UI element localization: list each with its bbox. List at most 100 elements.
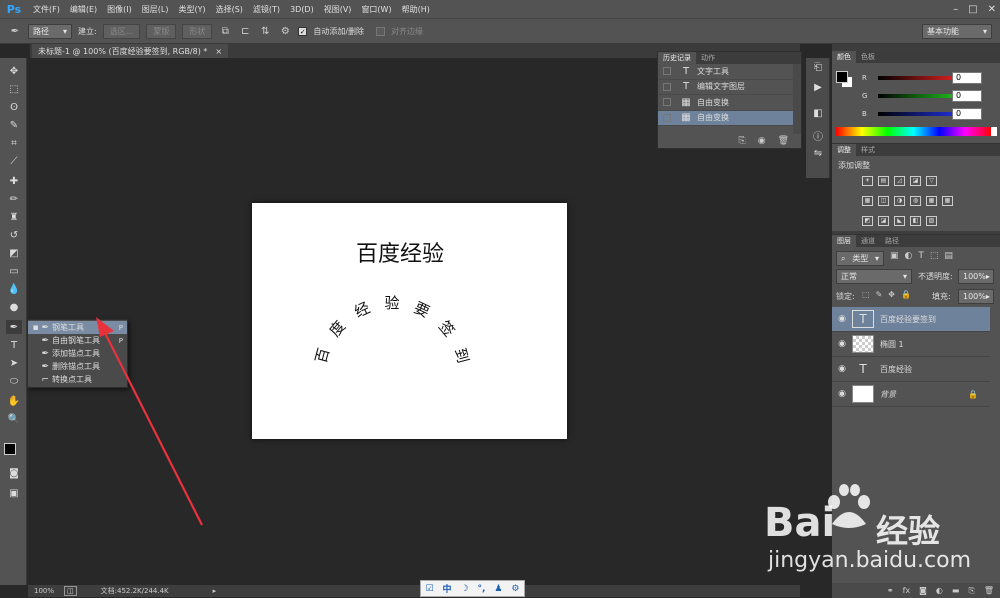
minimize-icon[interactable]: – [953,4,958,15]
foreground-color-swatch[interactable] [4,443,16,455]
color-spectrum-ramp[interactable] [836,127,991,136]
hand-tool-icon[interactable]: ✋ [6,394,22,408]
layer-name[interactable]: 百度经验 [880,364,912,375]
layer-row[interactable]: ◉ T 百度经验要签到 [832,307,990,332]
menu-filter[interactable]: 滤镜(T) [248,4,285,15]
history-brush-tool-icon[interactable]: ↺ [6,228,22,242]
clone-stamp-tool-icon[interactable]: ♜ [6,210,22,224]
selective-color-icon[interactable]: ▨ [926,216,937,226]
ime-check-icon[interactable]: ☑ [425,584,433,594]
tab-layers[interactable]: 图层 [832,235,856,247]
ime-settings-icon[interactable]: ⚙ [511,584,519,594]
ime-language[interactable]: 中 [443,582,452,595]
layer-row[interactable]: ◉ T 百度经验 [832,357,990,382]
threshold-icon[interactable]: ◣ [894,216,905,226]
shape-tool-icon[interactable]: ⬭ [6,374,22,388]
channel-value-field[interactable]: 0 [952,108,982,120]
hue-saturation-icon[interactable]: ▦ [862,196,873,206]
crop-tool-icon[interactable]: ⌗ [6,136,22,150]
menu-select[interactable]: 选择(S) [211,4,248,15]
new-document-from-state-icon[interactable]: ⎘ [739,136,746,146]
trash-icon[interactable]: 🗑 [778,136,789,146]
mask-button[interactable]: 蒙版 [146,23,177,39]
visibility-eye-icon[interactable]: ◉ [832,364,852,374]
workspace-dropdown[interactable]: 基本功能 ▾ [922,24,992,39]
path-arrangement-icon[interactable]: ⇅ [258,24,272,38]
history-state[interactable]: ▦ 自由变换 [658,95,794,111]
history-panel-icon[interactable]: ⎗ [811,62,825,76]
snapshot-source-checkbox[interactable] [663,67,671,76]
channel-value-field[interactable]: 0 [952,72,982,84]
close-icon[interactable]: ✕ [988,4,996,15]
tab-channels[interactable]: 通道 [856,235,880,247]
menu-window[interactable]: 窗口(W) [356,4,396,15]
ime-moon-icon[interactable]: ☽ [460,584,468,594]
tab-swatches[interactable]: 色板 [856,51,880,63]
quick-select-tool-icon[interactable]: ✎ [6,118,22,132]
lock-position-icon[interactable]: ✥ [888,290,895,299]
dodge-tool-icon[interactable]: ● [6,300,22,314]
tab-paths[interactable]: 路径 [880,235,904,247]
black-white-icon[interactable]: ◑ [894,196,905,206]
menu-type[interactable]: 类型(Y) [173,4,210,15]
color-balance-icon[interactable]: ◫ [878,196,889,206]
menu-image[interactable]: 图像(I) [102,4,137,15]
brightness-contrast-icon[interactable]: ☀ [862,176,873,186]
filter-shape-icon[interactable]: ⬚ [930,251,939,261]
selection-button[interactable]: 选区... [102,23,141,39]
layer-name[interactable]: 椭圆 1 [880,339,904,350]
mode-dropdown[interactable]: 路径 ▾ [28,23,72,39]
vibrance-icon[interactable]: ▽ [926,176,937,186]
menu-layer[interactable]: 图层(L) [137,4,174,15]
snapshot-source-checkbox[interactable] [663,113,671,122]
opacity-field[interactable]: 100% ▸ [958,269,994,284]
status-menu-arrow-icon[interactable]: ▸ [213,587,217,595]
layer-row[interactable]: ◉ 背景 🔒 [832,382,990,407]
move-tool-icon[interactable]: ✥ [6,64,22,78]
lock-transparent-icon[interactable]: ⬚ [862,290,870,299]
gear-icon[interactable]: ⚙ [278,24,292,38]
align-edges-checkbox[interactable] [376,26,386,36]
visibility-eye-icon[interactable]: ◉ [832,389,852,399]
screen-mode-icon[interactable]: ▣ [6,486,22,500]
path-operations-icon[interactable]: ⧉ [218,24,232,38]
filter-pixel-icon[interactable]: ▣ [890,251,899,261]
tab-styles[interactable]: 样式 [856,144,880,156]
marquee-tool-icon[interactable]: ⬚ [6,82,22,96]
layer-name[interactable]: 背景 [880,389,896,400]
channel-value-field[interactable]: 0 [952,90,982,102]
invert-icon[interactable]: ◩ [862,216,873,226]
filter-adjustment-icon[interactable]: ◐ [905,251,913,261]
foreground-color-swatch[interactable] [836,71,848,83]
tab-history[interactable]: 历史记录 [658,52,696,64]
gradient-map-icon[interactable]: ◧ [910,216,921,226]
status-share-icon[interactable]: ◫ [64,586,77,596]
healing-brush-tool-icon[interactable]: ✚ [6,174,22,188]
path-selection-tool-icon[interactable]: ➤ [6,356,22,370]
channel-slider[interactable] [878,94,958,98]
snapshot-source-checkbox[interactable] [663,82,671,91]
ime-user-icon[interactable]: ♟ [494,584,502,594]
actions-play-icon[interactable]: ▶ [811,82,825,96]
history-state[interactable]: T 文字工具 [658,64,794,80]
posterize-icon[interactable]: ◪ [878,216,889,226]
exposure-icon[interactable]: ◪ [910,176,921,186]
menu-3d[interactable]: 3D(D) [285,5,319,14]
blur-tool-icon[interactable]: 💧 [6,282,22,296]
channel-slider[interactable] [878,112,958,116]
eraser-tool-icon[interactable]: ◩ [6,246,22,260]
tab-color[interactable]: 颜色 [832,51,856,63]
menu-view[interactable]: 视图(V) [319,4,357,15]
document-tab[interactable]: 未标题-1 @ 100% (百度经验要签到, RGB/8) * × [32,44,229,58]
zoom-tool-icon[interactable]: 🔍 [6,412,22,426]
quick-mask-icon[interactable]: ◙ [6,466,22,480]
blend-mode-dropdown[interactable]: 正常 ▾ [836,269,912,284]
auto-add-delete-checkbox[interactable]: ✓ [298,26,308,36]
type-tool-icon[interactable]: T [6,338,22,352]
white-swatch[interactable] [991,127,997,136]
shape-button[interactable]: 形状 [182,23,213,39]
tab-close-icon[interactable]: × [215,47,222,56]
menu-help[interactable]: 帮助(H) [397,4,435,15]
menu-file[interactable]: 文件(F) [28,4,65,15]
layer-filter-dropdown[interactable]: ⌕ 类型 ▾ [836,251,884,266]
